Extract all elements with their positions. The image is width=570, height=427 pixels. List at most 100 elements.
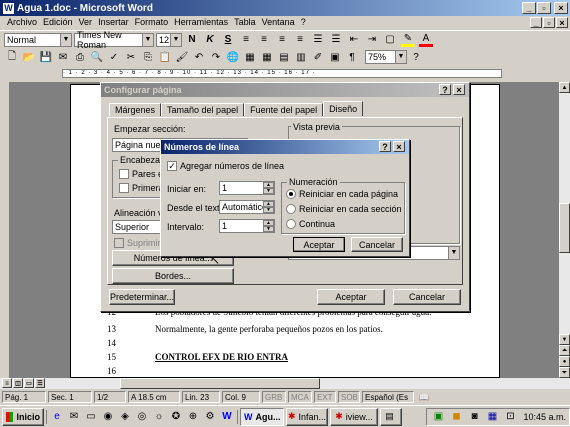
bordes-button[interactable]: Bordes... (112, 268, 234, 284)
quicklaunch-word-icon[interactable]: W (220, 410, 234, 424)
line-numbers-titlebar[interactable]: Números de línea ? × (161, 140, 409, 154)
redo-icon[interactable]: ↷ (209, 50, 223, 64)
spelling-icon[interactable]: ✓ (107, 50, 121, 64)
status-ext[interactable]: EXT (314, 391, 336, 403)
vertical-scrollbar[interactable]: ▲ ▼ ⏶ ● ⏷ (559, 82, 570, 378)
insert-excel-icon[interactable]: ▤ (277, 50, 291, 64)
status-language[interactable]: Español (Es (362, 391, 414, 403)
outline-view-icon[interactable]: ☰ (35, 378, 45, 388)
clock[interactable]: 10:45 a.m. (523, 412, 566, 422)
increase-indent-icon[interactable]: ⇥ (365, 33, 379, 47)
print-view-icon[interactable]: ▭ (24, 378, 34, 388)
new-document-icon[interactable]: 🗋 (5, 50, 19, 64)
reiniciar-seccion-radio[interactable] (286, 204, 296, 214)
tab-diseno[interactable]: Diseño (323, 101, 364, 116)
restore-button[interactable]: ▫ (537, 2, 551, 14)
copy-icon[interactable]: ⎘ (141, 50, 155, 64)
line-numbers-help-button[interactable]: ? (379, 141, 391, 152)
menu-ver[interactable]: Ver (76, 16, 96, 30)
highlight-icon[interactable]: ✎ (401, 33, 415, 47)
desde-texto-input[interactable]: Automático ▲ ▼ (219, 200, 275, 214)
numbering-icon[interactable]: ☰ (311, 33, 325, 47)
hscroll-thumb[interactable] (120, 378, 320, 389)
page-setup-titlebar[interactable]: Configurar página ? × (101, 83, 469, 97)
tab-fuente-papel[interactable]: Fuente del papel (244, 103, 324, 116)
open-icon[interactable]: 📂 (22, 50, 36, 64)
print-preview-icon[interactable]: 🔍 (90, 50, 104, 64)
primera-checkbox[interactable] (119, 183, 129, 193)
font-color-icon[interactable]: A (419, 33, 433, 47)
quicklaunch-ie-icon[interactable]: e (50, 410, 64, 424)
columns-icon[interactable]: ▥ (294, 50, 308, 64)
next-page-button[interactable]: ⏷ (559, 367, 570, 378)
quicklaunch-app4-icon[interactable]: ✪ (169, 410, 183, 424)
quicklaunch-app3-icon[interactable]: ☼ (152, 410, 166, 424)
show-hide-icon[interactable]: ¶ (345, 50, 359, 64)
document-map-icon[interactable]: ▣ (328, 50, 342, 64)
page-setup-cancelar-button[interactable]: Cancelar (393, 289, 461, 305)
status-grb[interactable]: GRB (262, 391, 286, 403)
hyperlink-icon[interactable]: 🌐 (226, 50, 240, 64)
quicklaunch-media-icon[interactable]: ◉ (101, 410, 115, 424)
pares-checkbox[interactable] (119, 169, 129, 179)
menu-formato[interactable]: Formato (132, 16, 172, 30)
cut-icon[interactable]: ✂ (124, 50, 138, 64)
tab-margenes[interactable]: Márgenes (109, 103, 162, 116)
style-select[interactable]: Normal ▼ (4, 32, 72, 47)
menu-edicion[interactable]: Edición (40, 16, 76, 30)
borders-icon[interactable]: ▢ (383, 33, 397, 47)
intervalo-input[interactable]: 1 ▲ ▼ (219, 219, 275, 233)
doc-close-button[interactable]: × (556, 17, 568, 28)
predeterminar-button[interactable]: Predeterminar... (109, 289, 175, 305)
scroll-down-button[interactable]: ▼ (559, 334, 570, 345)
close-window-button[interactable]: × (554, 2, 568, 14)
line-numbers-aceptar-button[interactable]: Aceptar (293, 237, 345, 252)
reiniciar-pagina-radio[interactable] (286, 189, 296, 199)
print-icon[interactable]: ⎙ (73, 50, 87, 64)
align-left-icon[interactable]: ≡ (239, 33, 253, 47)
web-view-icon[interactable]: ◫ (13, 378, 23, 388)
menu-tabla[interactable]: Tabla (231, 16, 259, 30)
task-infan[interactable]: ✱ Infan... (286, 407, 328, 426)
suprimir-checkbox[interactable] (114, 238, 124, 248)
menu-help[interactable]: ? (298, 16, 309, 30)
scroll-thumb[interactable] (559, 203, 570, 253)
undo-icon[interactable]: ↶ (192, 50, 206, 64)
email-icon[interactable]: ✉ (56, 50, 70, 64)
normal-view-icon[interactable]: ≡ (2, 378, 12, 388)
quicklaunch-app5-icon[interactable]: ⊕ (186, 410, 200, 424)
tray-icon-4[interactable]: ▦ (485, 410, 499, 424)
tables-borders-icon[interactable]: ▦ (243, 50, 257, 64)
menu-ventana[interactable]: Ventana (259, 16, 298, 30)
select-browse-object-button[interactable]: ● (559, 356, 570, 367)
help-icon[interactable]: ? (409, 50, 423, 64)
tab-tamano-papel[interactable]: Tamaño del papel (161, 103, 245, 116)
align-center-icon[interactable]: ≡ (257, 33, 271, 47)
decrease-indent-icon[interactable]: ⇤ (347, 33, 361, 47)
iniciar-en-input[interactable]: 1 ▲ ▼ (219, 181, 275, 195)
tray-icon-5[interactable]: ⊡ (503, 410, 517, 424)
status-sob[interactable]: SOB (338, 391, 360, 403)
quicklaunch-outlook-icon[interactable]: ✉ (67, 410, 81, 424)
doc-restore-button[interactable]: ▫ (543, 17, 555, 28)
minimize-button[interactable]: _ (522, 2, 536, 14)
line-numbers-cancelar-button[interactable]: Cancelar (351, 237, 403, 252)
quicklaunch-app2-icon[interactable]: ◎ (135, 410, 149, 424)
underline-icon[interactable]: S (221, 33, 235, 47)
align-right-icon[interactable]: ≡ (275, 33, 289, 47)
task-other[interactable]: ▤ (380, 407, 402, 426)
page-setup-help-button[interactable]: ? (439, 84, 451, 95)
quicklaunch-desktop-icon[interactable]: ▭ (84, 410, 98, 424)
font-select[interactable]: Times New Roman ▼ (74, 30, 154, 50)
zoom-select[interactable]: 75% ▼ (365, 50, 407, 64)
line-numbers-close-button[interactable]: × (393, 141, 405, 152)
italic-icon[interactable]: K (203, 33, 217, 47)
doc-minimize-button[interactable]: _ (530, 17, 542, 28)
tray-icon-2[interactable]: ◼ (449, 410, 463, 424)
scroll-up-button[interactable]: ▲ (559, 82, 570, 93)
task-agua[interactable]: W Agu... (240, 407, 284, 426)
justify-icon[interactable]: ≡ (293, 33, 307, 47)
bullets-icon[interactable]: ☰ (329, 33, 343, 47)
format-painter-icon[interactable]: 🖌 (175, 50, 189, 64)
menu-archivo[interactable]: Archivo (4, 16, 40, 30)
